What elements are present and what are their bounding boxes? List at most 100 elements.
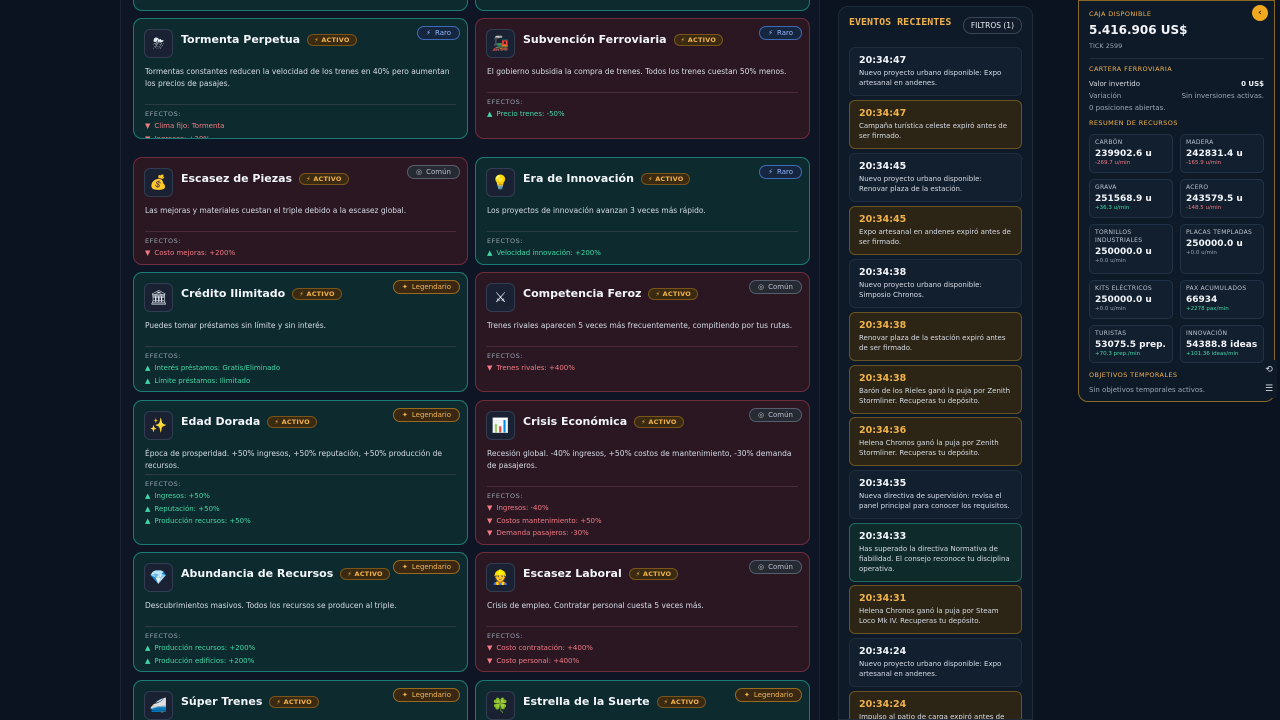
card-description: Puedes tomar préstamos sin límite y sin …: [145, 321, 327, 330]
history-icon[interactable]: ⟲: [1265, 365, 1273, 375]
divider: [145, 474, 456, 475]
filters-button[interactable]: FILTROS (1): [962, 17, 1022, 34]
arrow-up-icon: ▲: [145, 364, 151, 372]
card-description: Descubrimientos masivos. Todos los recur…: [145, 601, 397, 610]
event-text: Expo artesanal en andenes expiró antes d…: [859, 228, 1011, 246]
resource-acero: ACERO 243579.5 u -148.5 u/min: [1180, 179, 1264, 218]
arrow-down-icon: ▼: [487, 656, 493, 665]
resource-value: 243579.5 u: [1186, 194, 1243, 204]
resource-value: 54388.8 ideas: [1186, 340, 1258, 350]
menu-icon[interactable]: ☰: [1265, 384, 1273, 394]
tormenta-perpetua-icon: ⛈: [144, 29, 173, 58]
resource-value: 250000.0 u: [1095, 247, 1152, 257]
arrow-down-icon: ▼: [487, 529, 493, 537]
abundancia-de-recursos-icon: 💎: [144, 563, 173, 592]
event-log-item: 20:34:38 Nuevo proyecto urbano disponible…: [849, 259, 1022, 308]
effect-item: ▼ Costo personal: +400%: [487, 656, 580, 665]
effect-item: ▲ Producción recursos: +50%: [145, 517, 251, 525]
status-badge: ⚡ ACTIVO: [648, 288, 698, 300]
status-badge: ⚡ ACTIVO: [640, 173, 691, 185]
resource-name: PLACAS TEMPLADAS: [1186, 229, 1253, 236]
effect-item: ▼ Trenes rivales: +400%: [487, 364, 575, 372]
card-title: Súper Trenes ⚡ ACTIVO: [181, 695, 319, 708]
arrow-down-icon: ▼: [487, 364, 493, 372]
competencia-feroz-icon: ⚔: [486, 283, 515, 312]
positions-text: 0 posiciones abiertas.: [1089, 104, 1166, 112]
variation-row: Variación Sin inversiones activas.: [1089, 92, 1264, 100]
resource-rate: +0.0 u/min: [1186, 250, 1217, 256]
event-time: 20:34:38: [859, 373, 907, 384]
event-card-subvencion-ferroviaria[interactable]: 🚂 Subvención Ferroviaria ⚡ ACTIVO ⚡ Raro El g…: [475, 18, 810, 139]
event-text: Nuevo proyecto urbano disponible: Expo a…: [859, 69, 1002, 87]
rarity-icon: ◎: [758, 411, 765, 419]
effect-item: ▼ Costos mantenimiento: +50%: [487, 516, 602, 525]
event-log-item: 20:34:31 Helena Chronos ganó la puja por …: [849, 585, 1022, 634]
rarity-icon: ✦: [402, 691, 408, 699]
resource-rate: +0.0 u/min: [1095, 306, 1126, 312]
rarity-icon: ◎: [416, 168, 423, 176]
event-card-escasez-de-piezas[interactable]: 💰 Escasez de Piezas ⚡ ACTIVO ◎ Común Las mejo…: [133, 157, 468, 265]
rarity-badge: ◎ Común: [749, 560, 802, 574]
event-card-super-trenes[interactable]: 🚄 Súper Trenes ⚡ ACTIVO ✦ Legendario: [133, 680, 468, 720]
event-card-crisis-economica[interactable]: 📊 Crisis Económica ⚡ ACTIVO ◎ Común Recesión …: [475, 400, 810, 545]
event-card-tormenta-perpetua[interactable]: ⛈ Tormenta Perpetua ⚡ ACTIVO ⚡ Raro Tormentas…: [133, 18, 468, 139]
event-time: 20:34:33: [859, 531, 907, 542]
side-tools: ⟲ ☰: [1261, 360, 1277, 398]
subvencion-ferroviaria-icon: 🚂: [486, 29, 515, 58]
event-time: 20:34:38: [859, 267, 907, 278]
status-badge: ⚡ ACTIVO: [340, 568, 390, 580]
rarity-badge: ✦ Legendario: [393, 688, 460, 702]
event-log-item: 20:34:45 Expo artesanal en andenes expiró…: [849, 206, 1022, 255]
arrow-up-icon: ▲: [145, 517, 151, 525]
events-panel: EVENTOS RECIENTES FILTROS (1) 20:34:47 Nu…: [838, 6, 1033, 720]
event-text: Has superado la directiva Normativa de f…: [859, 545, 1010, 573]
divider: [145, 231, 456, 232]
event-time: 20:34:38: [859, 320, 907, 331]
rarity-icon: ✦: [402, 563, 408, 571]
effects-label: EFECTOS:: [487, 492, 523, 500]
card-description: Crisis de empleo. Contratar personal cue…: [487, 601, 704, 610]
resource-name: KITS ELÉCTRICOS: [1095, 285, 1153, 292]
escasez-laboral-icon: 👷: [486, 563, 515, 592]
arrow-down-icon: ▼: [145, 122, 151, 130]
event-card-escasez-laboral[interactable]: 👷 Escasez Laboral ⚡ ACTIVO ◎ Común Crisis de …: [475, 552, 810, 672]
effects-label: EFECTOS:: [145, 110, 181, 118]
rarity-icon: ⚡: [768, 29, 773, 37]
effect-item: ▲ Ingresos: +50%: [145, 492, 210, 500]
resource-rate: -148.5 u/min: [1186, 205, 1222, 211]
event-card-era-de-innovacion[interactable]: 💡 Era de Innovación ⚡ ACTIVO ⚡ Raro Los proye…: [475, 157, 810, 265]
divider: [145, 104, 456, 105]
rarity-badge: ⚡ Raro: [417, 26, 460, 40]
event-card-abundancia-de-recursos[interactable]: 💎 Abundancia de Recursos ⚡ ACTIVO ✦ Legendar…: [133, 552, 468, 672]
resource-rate: +101.36 ideas/min: [1186, 351, 1239, 357]
edad-dorada-icon: ✨: [144, 411, 173, 440]
invested-row: Valor invertido 0 US$: [1089, 80, 1264, 88]
resource-name: CARBÓN: [1095, 139, 1123, 146]
card-title: Era de Innovación ⚡ ACTIVO: [523, 172, 691, 185]
event-log-item: 20:34:24 Nuevo proyecto urbano disponible…: [849, 638, 1022, 687]
effect-item: ▼ Demanda pasajeros: -30%: [487, 529, 589, 537]
event-text: Helena Chronos ganó la puja por Zenith S…: [859, 439, 999, 457]
event-card-edad-dorada[interactable]: ✨ Edad Dorada ⚡ ACTIVO ✦ Legendario Época de …: [133, 400, 468, 545]
resource-name: PAX ACUMULADOS: [1186, 285, 1247, 292]
cash-value: 5.416.906 US$: [1089, 23, 1188, 37]
effect-item: ▼ Ingresos: -40%: [487, 504, 549, 512]
event-time: 20:34:31: [859, 593, 907, 604]
event-card-credito-ilimitado[interactable]: 🏛 Crédito Ilimitado ⚡ ACTIVO ✦ Legendario Pue…: [133, 272, 468, 392]
card-title: Competencia Feroz ⚡ ACTIVO: [523, 287, 698, 300]
card-description: Los proyectos de innovación avanzan 3 ve…: [487, 206, 706, 215]
divider: [487, 92, 798, 93]
close-icon[interactable]: ‹: [1252, 5, 1268, 21]
resource-tornillos-industriales: TORNILLOS INDUSTRIALES 250000.0 u +0.0 u/m…: [1089, 224, 1173, 274]
effect-item: ▼ Costo mejoras: +200%: [145, 249, 236, 257]
event-card-estrella-de-la-suerte[interactable]: 🍀 Estrella de la Suerte ⚡ ACTIVO ✦ Legendari…: [475, 680, 810, 720]
resources-label: RESUMEN DE RECURSOS: [1089, 119, 1178, 127]
event-card-competencia-feroz[interactable]: ⚔ Competencia Feroz ⚡ ACTIVO ◎ Común Trenes r…: [475, 272, 810, 392]
event-time: 20:34:36: [859, 425, 907, 436]
card-title: Edad Dorada ⚡ ACTIVO: [181, 415, 317, 428]
era-de-innovacion-icon: 💡: [486, 168, 515, 197]
card-title: Tormenta Perpetua ⚡ ACTIVO: [181, 33, 357, 46]
effect-item: ▲ Interés préstamos: Gratis/Eliminado: [145, 364, 281, 372]
portfolio-label: CARTERA FERROVIARIA: [1089, 65, 1173, 73]
effect-item: ▲ Reputación: +50%: [145, 504, 220, 513]
